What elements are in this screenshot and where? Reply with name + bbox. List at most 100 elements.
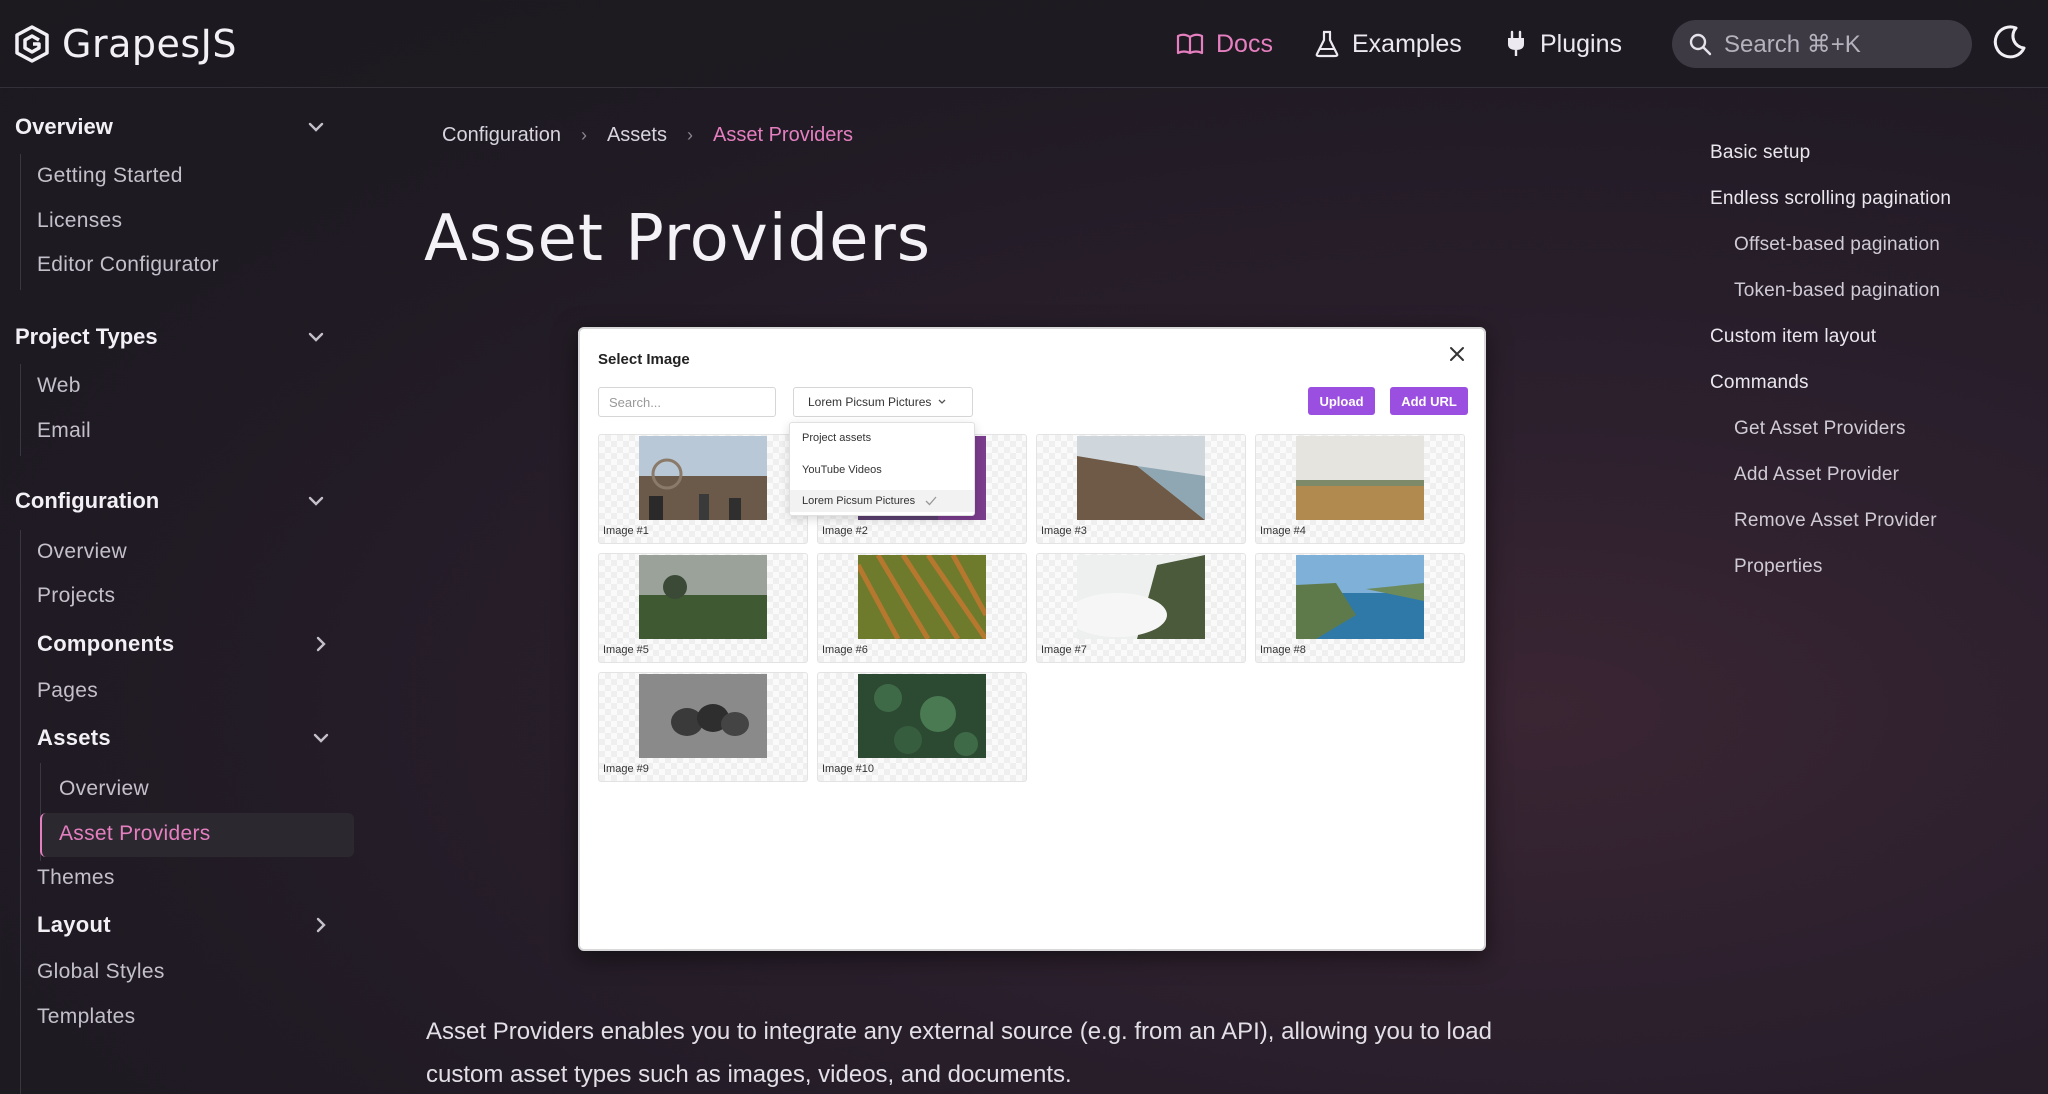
chevron-right-icon[interactable] (310, 914, 332, 936)
sidebar-section-title: Configuration (15, 488, 160, 513)
provider-select[interactable]: Lorem Picsum Pictures (793, 387, 973, 417)
sidebar-item-editor-configurator[interactable]: Editor Configurator (37, 246, 219, 284)
image-tile[interactable]: Image #4 (1255, 434, 1465, 544)
toc-get-asset-providers[interactable]: Get Asset Providers (1734, 414, 1906, 444)
plug-icon (1508, 30, 1524, 56)
nav-examples-label: Examples (1352, 29, 1462, 58)
upload-button[interactable]: Upload (1308, 387, 1375, 415)
image-caption: Image #2 (822, 525, 868, 537)
sidebar-section-title: Project Types (15, 324, 158, 349)
image-tile[interactable]: Image #5 (598, 553, 808, 663)
check-icon (925, 496, 937, 506)
toc-endless-scrolling[interactable]: Endless scrolling pagination (1710, 184, 1951, 214)
sidebar-item-projects[interactable]: Projects (37, 577, 115, 615)
sidebar-divider (20, 530, 21, 1094)
chevron-down-icon (308, 332, 324, 342)
breadcrumb-configuration[interactable]: Configuration (442, 124, 561, 147)
sidebar-section-project-types[interactable]: Project Types (15, 317, 335, 357)
sidebar-item-themes[interactable]: Themes (37, 859, 115, 897)
modal-title: Select Image (598, 351, 690, 368)
sidebar-item-config-overview[interactable]: Overview (37, 533, 127, 571)
grapesjs-logo-icon (15, 25, 49, 63)
sidebar-section-title: Overview (15, 114, 113, 139)
chevron-right-icon: › (687, 125, 693, 145)
image-tile[interactable]: Image #7 (1036, 553, 1246, 663)
image-thumbnail (639, 436, 767, 520)
nav-docs[interactable]: Docs (1176, 24, 1273, 64)
close-icon[interactable] (1448, 345, 1466, 363)
nav-plugins-label: Plugins (1540, 29, 1622, 58)
image-tile[interactable]: Image #10 (817, 672, 1027, 782)
add-url-button[interactable]: Add URL (1390, 387, 1468, 415)
chevron-right-icon: › (580, 125, 587, 145)
image-thumbnail (858, 674, 986, 758)
modal-search-input[interactable]: Search... (598, 387, 776, 417)
nav-plugins[interactable]: Plugins (1504, 24, 1622, 64)
image-caption: Image #3 (1041, 525, 1087, 537)
sidebar-item-email[interactable]: Email (37, 412, 91, 450)
page-title: Asset Providers (424, 202, 932, 276)
description-line: custom asset types such as images, video… (426, 1061, 1072, 1088)
toc-commands[interactable]: Commands (1710, 368, 1809, 398)
dropdown-option-youtube-videos[interactable]: YouTube Videos (802, 459, 882, 481)
sidebar-section-overview[interactable]: Overview (15, 107, 335, 147)
image-caption: Image #1 (603, 525, 649, 537)
image-caption: Image #4 (1260, 525, 1306, 537)
sidebar-item-assets-overview[interactable]: Overview (59, 770, 149, 808)
image-tile[interactable]: Image #3 (1036, 434, 1246, 544)
chevron-right-icon[interactable] (310, 633, 332, 655)
provider-dropdown-menu: Project assets YouTube Videos Lorem Pics… (789, 422, 975, 516)
sidebar-item-layout[interactable]: Layout (37, 906, 111, 944)
toc-token-pagination[interactable]: Token-based pagination (1734, 276, 1940, 306)
breadcrumb: Configuration › Assets › Asset Providers (442, 124, 853, 147)
moon-icon[interactable] (1990, 22, 2030, 62)
description-line: Asset Providers enables you to integrate… (426, 1018, 1492, 1045)
sidebar-item-licenses[interactable]: Licenses (37, 202, 122, 240)
search-placeholder: Search ⌘+K (1724, 30, 1861, 58)
image-caption: Image #7 (1041, 644, 1087, 656)
sidebar-item-web[interactable]: Web (37, 367, 81, 405)
toc-offset-pagination[interactable]: Offset-based pagination (1734, 230, 1940, 260)
nav-docs-label: Docs (1216, 29, 1273, 58)
chevron-down-icon (938, 399, 946, 404)
image-tile[interactable]: Image #8 (1255, 553, 1465, 663)
top-bar: GrapesJS Docs Examples Plugins Search ⌘+… (0, 0, 2048, 88)
image-caption: Image #5 (603, 644, 649, 656)
image-tile[interactable]: Image #9 (598, 672, 808, 782)
sidebar-item-pages[interactable]: Pages (37, 672, 98, 710)
sidebar-section-configuration[interactable]: Configuration (15, 481, 335, 521)
toc-remove-asset-provider[interactable]: Remove Asset Provider (1734, 506, 1937, 536)
image-thumbnail (639, 555, 767, 639)
image-tile[interactable]: Image #6 (817, 553, 1027, 663)
page-description: Asset Providers enables you to integrate… (426, 1010, 1586, 1094)
dropdown-option-lorem-picsum[interactable]: Lorem Picsum Pictures (790, 490, 974, 512)
sidebar-item-assets[interactable]: Assets (37, 719, 111, 757)
search-input[interactable]: Search ⌘+K (1672, 20, 1972, 68)
brand-logo[interactable]: GrapesJS (12, 20, 237, 68)
chevron-down-icon (308, 496, 324, 506)
image-tile[interactable]: Image #1 (598, 434, 808, 544)
sidebar-item-asset-providers[interactable]: Asset Providers (59, 815, 211, 853)
toc-properties[interactable]: Properties (1734, 552, 1823, 582)
sidebar: Overview Getting Started Licenses Editor… (0, 88, 360, 1094)
book-icon (1176, 33, 1204, 55)
chevron-down-icon[interactable] (310, 727, 332, 749)
provider-select-value: Lorem Picsum Pictures (808, 395, 932, 409)
image-caption: Image #6 (822, 644, 868, 656)
asset-manager-screenshot: Select Image Search... Lorem Picsum Pict… (578, 327, 1486, 951)
image-caption: Image #10 (822, 763, 874, 775)
toc-basic-setup[interactable]: Basic setup (1710, 138, 1810, 168)
image-thumbnail (639, 674, 767, 758)
toc-custom-item-layout[interactable]: Custom item layout (1710, 322, 1876, 352)
nav-examples[interactable]: Examples (1314, 24, 1462, 64)
image-thumbnail (1077, 436, 1205, 520)
sidebar-divider (20, 154, 21, 290)
sidebar-item-getting-started[interactable]: Getting Started (37, 157, 183, 195)
sidebar-item-components[interactable]: Components (37, 625, 174, 663)
sidebar-item-templates[interactable]: Templates (37, 998, 135, 1036)
breadcrumb-assets[interactable]: Assets (607, 124, 667, 147)
toc-add-asset-provider[interactable]: Add Asset Provider (1734, 460, 1899, 490)
dropdown-option-project-assets[interactable]: Project assets (802, 427, 871, 449)
sidebar-item-global-styles[interactable]: Global Styles (37, 953, 165, 991)
sidebar-divider (20, 364, 21, 456)
